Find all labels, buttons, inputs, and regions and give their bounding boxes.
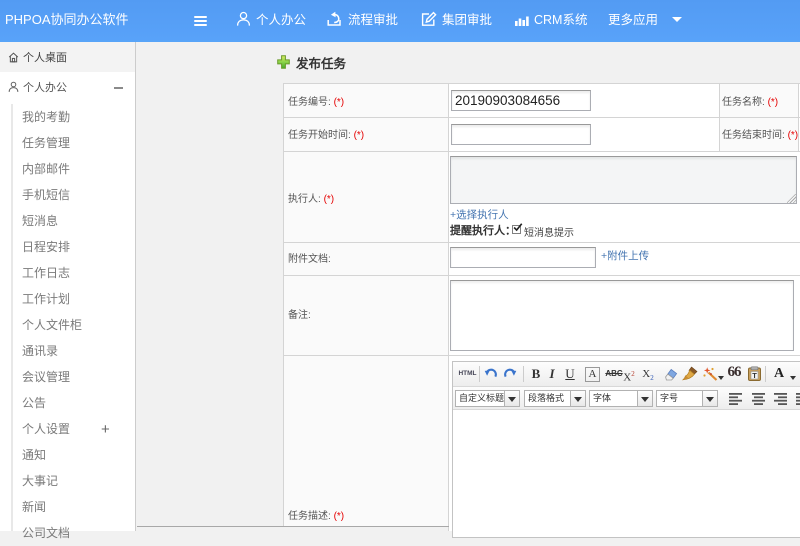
- svg-text:T: T: [752, 371, 757, 380]
